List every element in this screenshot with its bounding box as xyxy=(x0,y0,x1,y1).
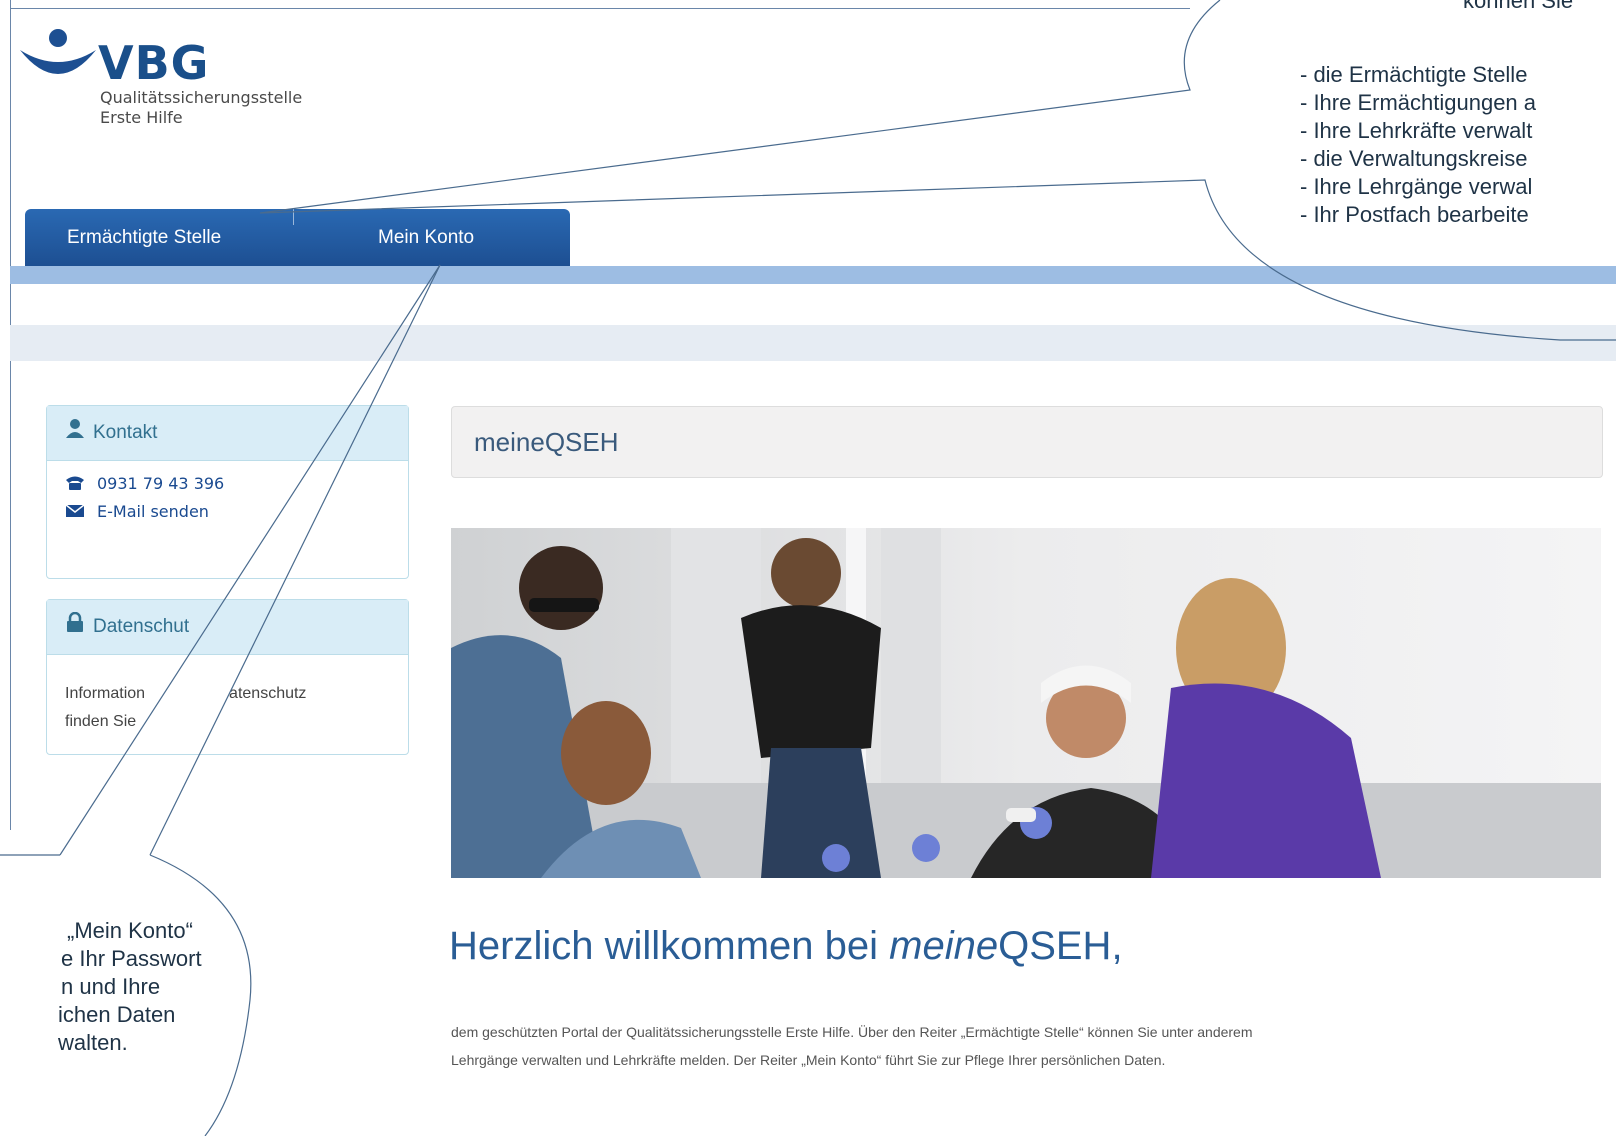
intro-line-1: dem geschützten Portal der Qualitätssich… xyxy=(451,1024,1253,1040)
privacy-panel: Datenschut Information atenschutz finden … xyxy=(46,599,409,755)
callout-right-item: - die Verwaltungskreise xyxy=(1300,146,1528,171)
privacy-text-2: finden Sie xyxy=(65,713,137,730)
welcome-prefix: Herzlich willkommen bei xyxy=(449,924,890,968)
welcome-heading: Herzlich willkommen bei meineQSEH, xyxy=(449,924,1123,969)
callout-bubble-left: „Mein Konto“ e Ihr Passwort n und Ihre i… xyxy=(0,918,202,1118)
envelope-icon xyxy=(65,503,87,523)
tab-ermaechtigte-stelle[interactable]: Ermächtigte Stelle xyxy=(67,209,221,266)
contact-email-link[interactable]: E-Mail senden xyxy=(97,502,209,521)
contact-email-row[interactable]: E-Mail senden xyxy=(65,502,209,523)
tab-mein-konto[interactable]: Mein Konto xyxy=(378,209,474,266)
callout-left-line: ichen Daten xyxy=(58,1002,176,1027)
main-header-panel: meineQSEH xyxy=(451,406,1603,478)
intro-text: dem geschützten Portal der Qualitätssich… xyxy=(451,1018,1591,1074)
callout-right-item: - Ihre Lehrkräfte verwalt xyxy=(1300,118,1533,143)
callout-bubble-right: können Sie - die Ermächtigte Stelle - Ih… xyxy=(1300,0,1616,290)
callout-left-line: „Mein Konto“ xyxy=(67,918,193,943)
phone-icon xyxy=(65,475,87,495)
contact-panel: Kontakt 0931 79 43 396 E-Mail senden xyxy=(46,405,409,579)
tab-divider xyxy=(293,209,294,225)
callout-right-item: - Ihr Postfach bearbeite xyxy=(1300,202,1529,227)
callout-left-line: walten. xyxy=(58,1030,128,1055)
screenshot-frame-top xyxy=(10,8,1190,9)
contact-phone: 0931 79 43 396 xyxy=(97,474,225,493)
contact-phone-row[interactable]: 0931 79 43 396 xyxy=(65,474,224,495)
callout-right-item: - Ihre Lehrgänge verwal xyxy=(1300,174,1533,199)
callout-right-item: - die Ermächtigte Stelle xyxy=(1300,62,1528,87)
callout-right-top: können Sie xyxy=(1463,0,1574,13)
logo-subtitle-line2: Erste Hilfe xyxy=(100,108,183,127)
welcome-suffix: QSEH, xyxy=(998,924,1123,968)
main-tab-bar: Ermächtigte Stelle Mein Konto xyxy=(25,209,570,266)
intro-line-2: Lehrgänge verwalten und Lehrkräfte melde… xyxy=(451,1052,1166,1068)
user-icon xyxy=(65,406,87,460)
logo-wordmark: VBG xyxy=(98,36,210,90)
logo-subtitle-line1: Qualitätssicherungsstelle xyxy=(100,88,303,107)
callout-left-line: e Ihr Passwort xyxy=(61,946,202,971)
privacy-text: Information atenschutz finden Sie xyxy=(65,680,306,736)
callout-left-line: n und Ihre xyxy=(61,974,161,999)
privacy-panel-header: Datenschut xyxy=(47,600,408,655)
contact-panel-header: Kontakt xyxy=(47,406,408,461)
hero-image-first-aid-group xyxy=(451,528,1601,878)
logo-subtitle: Qualitätssicherungsstelle Erste Hilfe xyxy=(100,88,302,128)
privacy-text-1a: Information xyxy=(65,685,146,702)
vbg-logo[interactable]: VBG Qualitätssicherungsstelle Erste Hilf… xyxy=(18,28,358,148)
welcome-italic: meine xyxy=(889,924,999,968)
privacy-panel-title: Datenschut xyxy=(93,616,190,638)
screenshot-frame-left xyxy=(10,0,11,830)
callout-right-item: - Ihre Ermächtigungen a xyxy=(1300,90,1537,115)
vbg-logo-mark xyxy=(20,29,96,74)
contact-panel-title: Kontakt xyxy=(93,422,158,444)
lock-icon xyxy=(65,600,87,654)
privacy-text-1b: atenschutz xyxy=(229,685,307,702)
subheader-band xyxy=(10,325,1616,361)
page-title: meineQSEH xyxy=(474,427,619,457)
